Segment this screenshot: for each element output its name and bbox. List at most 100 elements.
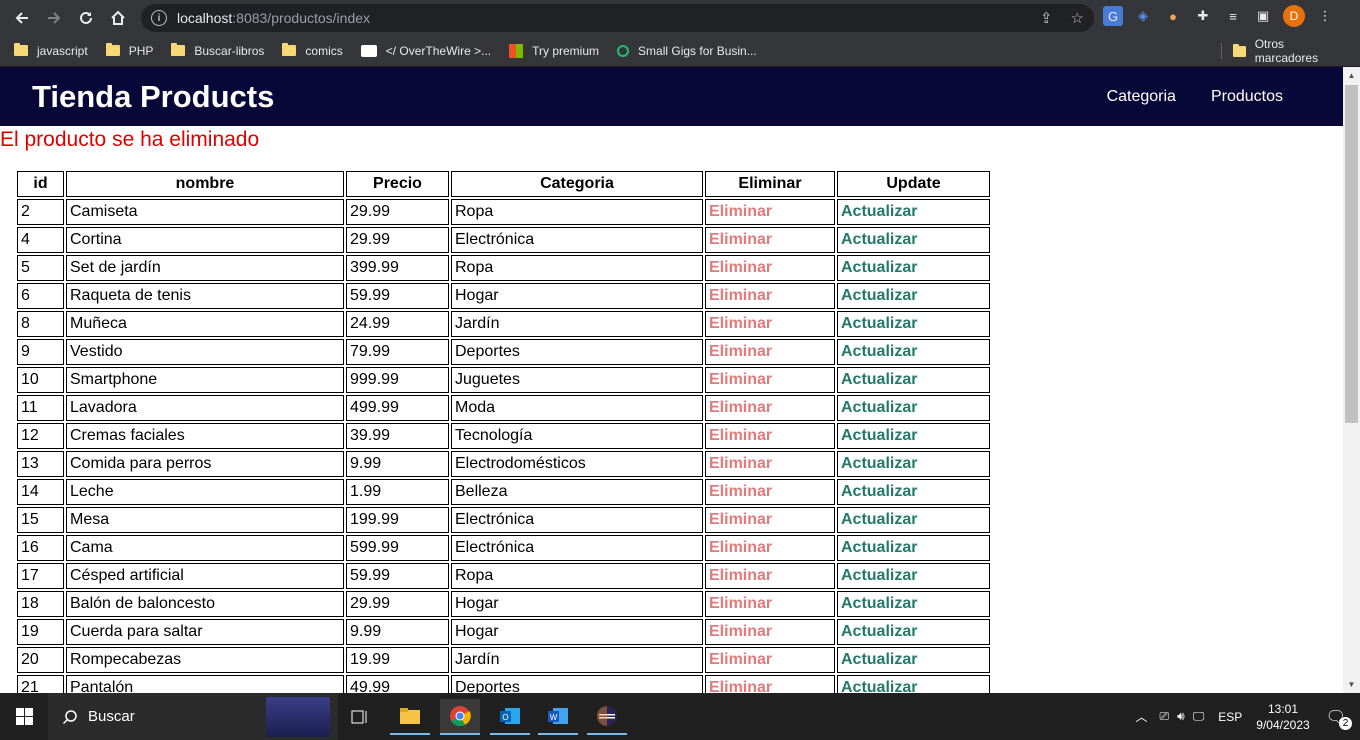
windows-start-icon[interactable] — [0, 693, 48, 740]
delete-link[interactable]: Eliminar — [709, 623, 772, 640]
clock[interactable]: 13:01 9/04/2023 — [1256, 701, 1309, 733]
site-info-icon[interactable]: i — [151, 10, 167, 26]
cell-update: Actualizar — [837, 591, 990, 617]
bookmark-buscar-libros[interactable]: Buscar-libros — [171, 43, 264, 58]
taskbar-search[interactable]: Buscar — [48, 693, 338, 740]
cell-eliminar: Eliminar — [705, 339, 835, 365]
delete-link[interactable]: Eliminar — [709, 287, 772, 304]
brand-title[interactable]: Tienda Products — [32, 79, 274, 115]
delete-link[interactable]: Eliminar — [709, 679, 772, 693]
scroll-down-arrow-icon[interactable]: ▼ — [1343, 676, 1360, 693]
update-link[interactable]: Actualizar — [841, 483, 917, 500]
bookmark-overthewire[interactable]: </ OverTheWire >... — [360, 44, 491, 58]
cell-eliminar: Eliminar — [705, 395, 835, 421]
update-link[interactable]: Actualizar — [841, 427, 917, 444]
back-arrow-icon[interactable] — [6, 2, 38, 34]
bookmark-php[interactable]: PHP — [105, 43, 153, 58]
update-link[interactable]: Actualizar — [841, 315, 917, 332]
update-link[interactable]: Actualizar — [841, 679, 917, 693]
delete-link[interactable]: Eliminar — [709, 259, 772, 276]
table-row: 15 Mesa 199.99 Electrónica Eliminar Actualiza… — [17, 507, 990, 533]
delete-link[interactable]: Eliminar — [709, 399, 772, 416]
drop-extension-icon[interactable]: ● — [1163, 6, 1183, 26]
bookmark-small-gigs[interactable]: Small Gigs for Busin... — [617, 44, 757, 58]
chrome-icon[interactable] — [440, 699, 480, 735]
nav-link-categoria[interactable]: Categoria — [1107, 88, 1176, 106]
delete-link[interactable]: Eliminar — [709, 567, 772, 584]
translate-extension-icon[interactable]: G — [1103, 6, 1123, 26]
bookmark-javascript[interactable]: javascript — [14, 43, 88, 58]
more-menu-icon[interactable]: ⋮ — [1315, 6, 1335, 26]
puzzle-extensions-icon[interactable]: ✚ — [1193, 6, 1213, 26]
delete-link[interactable]: Eliminar — [709, 483, 772, 500]
folder-icon — [171, 43, 186, 56]
update-link[interactable]: Actualizar — [841, 231, 917, 248]
delete-link[interactable]: Eliminar — [709, 651, 772, 668]
delete-link[interactable]: Eliminar — [709, 231, 772, 248]
cell-id: 12 — [17, 423, 64, 449]
volume-icon[interactable]: 🔊︎ — [1177, 709, 1185, 724]
side-panel-icon[interactable]: ▣ — [1253, 6, 1273, 26]
update-link[interactable]: Actualizar — [841, 203, 917, 220]
page-scrollbar[interactable]: ▲ ▼ — [1343, 67, 1360, 693]
update-link[interactable]: Actualizar — [841, 399, 917, 416]
cell-precio: 599.99 — [346, 535, 449, 561]
bookmark-star-icon[interactable]: ☆ — [1071, 9, 1084, 27]
cell-eliminar: Eliminar — [705, 563, 835, 589]
update-link[interactable]: Actualizar — [841, 651, 917, 668]
file-explorer-icon[interactable] — [390, 699, 430, 735]
reload-icon[interactable] — [70, 2, 102, 34]
update-link[interactable]: Actualizar — [841, 455, 917, 472]
page-viewport: Tienda Products Categoria Productos El p… — [0, 67, 1343, 693]
update-link[interactable]: Actualizar — [841, 567, 917, 584]
profile-avatar[interactable]: D — [1283, 5, 1305, 27]
column-header-id: id — [17, 171, 64, 197]
delete-link[interactable]: Eliminar — [709, 511, 772, 528]
word-icon[interactable]: W — [538, 699, 578, 735]
delete-link[interactable]: Eliminar — [709, 539, 772, 556]
update-link[interactable]: Actualizar — [841, 539, 917, 556]
cell-categoria: Electrónica — [451, 535, 703, 561]
update-link[interactable]: Actualizar — [841, 343, 917, 360]
eclipse-icon[interactable] — [587, 699, 627, 735]
delete-link[interactable]: Eliminar — [709, 343, 772, 360]
site-header: Tienda Products Categoria Productos — [0, 67, 1343, 126]
update-link[interactable]: Actualizar — [841, 511, 917, 528]
delete-link[interactable]: Eliminar — [709, 455, 772, 472]
language-indicator[interactable]: ESP — [1218, 710, 1242, 724]
delete-link[interactable]: Eliminar — [709, 427, 772, 444]
cell-id: 2 — [17, 199, 64, 225]
update-link[interactable]: Actualizar — [841, 595, 917, 612]
forward-arrow-icon[interactable] — [38, 2, 70, 34]
share-icon[interactable]: ⇪ — [1040, 9, 1053, 27]
home-icon[interactable] — [102, 2, 134, 34]
bookmark-comics[interactable]: comics — [282, 43, 343, 58]
outlook-icon[interactable]: O — [490, 699, 530, 735]
delete-link[interactable]: Eliminar — [709, 595, 772, 612]
table-row: 6 Raqueta de tenis 59.99 Hogar Eliminar Actua… — [17, 283, 990, 309]
update-link[interactable]: Actualizar — [841, 287, 917, 304]
cell-id: 18 — [17, 591, 64, 617]
bookmark-try-premium[interactable]: Try premium — [509, 43, 599, 58]
delete-link[interactable]: Eliminar — [709, 203, 772, 220]
network-icon[interactable]: 🖵︎ — [1193, 709, 1205, 724]
meet-now-icon[interactable]: ⎚ — [1160, 709, 1170, 724]
delete-link[interactable]: Eliminar — [709, 315, 772, 332]
table-row: 20 Rompecabezas 19.99 Jardín Eliminar Actuali… — [17, 647, 990, 673]
task-view-icon[interactable] — [340, 699, 380, 735]
update-link[interactable]: Actualizar — [841, 259, 917, 276]
address-bar[interactable]: i localhost:8083/productos/index ⇪ ☆ — [141, 4, 1094, 32]
main-nav: Categoria Productos — [1107, 88, 1283, 106]
shield-extension-icon[interactable]: ◈ — [1133, 6, 1153, 26]
scroll-up-arrow-icon[interactable]: ▲ — [1343, 67, 1360, 84]
scrollbar-thumb[interactable] — [1345, 85, 1358, 423]
delete-link[interactable]: Eliminar — [709, 371, 772, 388]
bookmark-other-folder[interactable]: Otros marcadores — [1233, 35, 1342, 67]
chevron-up-icon[interactable]: ︿ — [1136, 708, 1148, 725]
update-link[interactable]: Actualizar — [841, 623, 917, 640]
update-link[interactable]: Actualizar — [841, 371, 917, 388]
reading-list-icon[interactable]: ≡ — [1223, 6, 1243, 26]
cell-categoria: Jardín — [451, 647, 703, 673]
notifications-icon[interactable]: 🗨︎ 2 — [1326, 707, 1352, 730]
nav-link-productos[interactable]: Productos — [1211, 88, 1283, 106]
